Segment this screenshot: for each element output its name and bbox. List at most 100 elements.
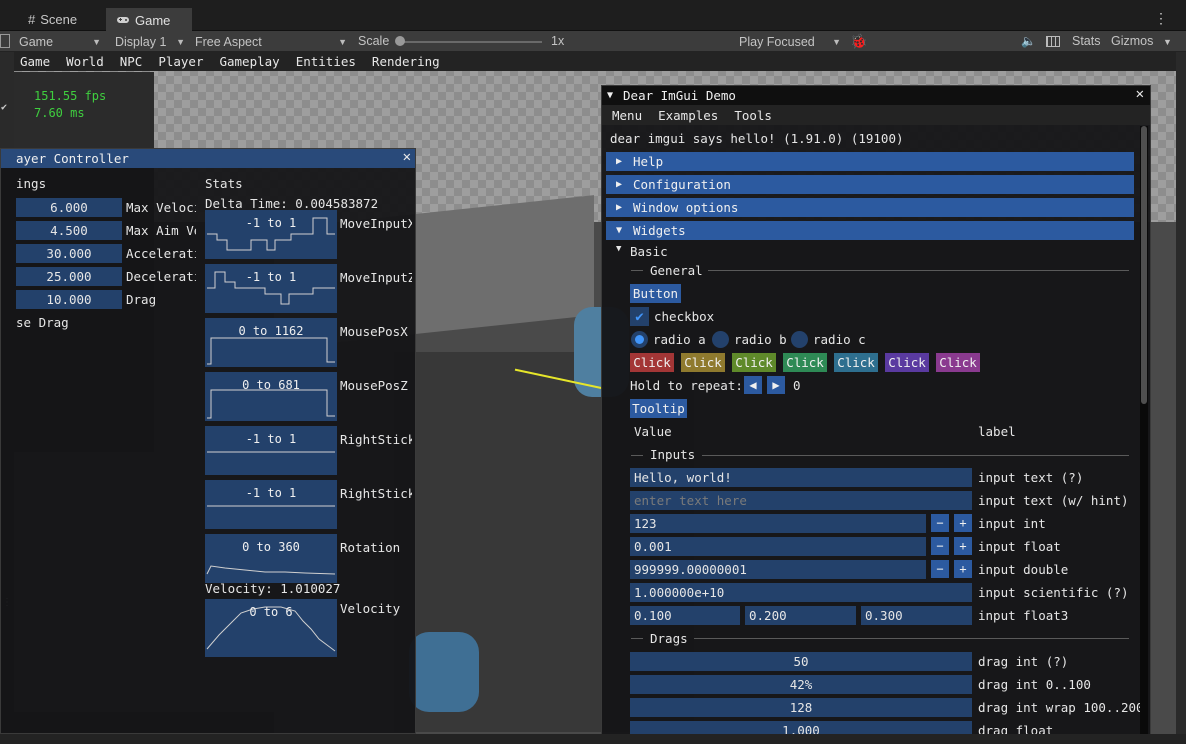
stats-button[interactable]: Stats (1072, 34, 1101, 48)
input-int-field[interactable]: 123 (630, 514, 926, 533)
section-inputs: Inputs (650, 447, 696, 462)
close-icon[interactable]: ✕ (403, 149, 411, 165)
decrement-button[interactable]: − (931, 560, 949, 578)
demo-scrollbar[interactable] (1140, 126, 1148, 736)
menu-entities[interactable]: Entities (296, 54, 356, 69)
right-editor-strip (1176, 52, 1186, 734)
menu-gameplay[interactable]: Gameplay (219, 54, 279, 69)
tree-node-basic[interactable]: Basic (630, 244, 668, 259)
player-controller-window[interactable]: ayer Controller ✕ ings Stats 6.000 Max V… (0, 148, 416, 734)
plot-label: MoveInputZ (340, 270, 412, 285)
radio-c[interactable] (791, 331, 808, 348)
panel-toggle-icon[interactable] (0, 34, 10, 48)
menu-menu[interactable]: Menu (612, 108, 642, 123)
tab-scene[interactable]: # Scene (18, 8, 87, 31)
drag-int-field[interactable]: 50 (630, 652, 972, 671)
arrow-left-icon[interactable]: ◀ (744, 376, 762, 394)
play-mode-dropdown[interactable]: Play Focused ▼ (735, 33, 845, 50)
scale-slider-handle[interactable] (395, 36, 405, 46)
increment-button[interactable]: + (954, 560, 972, 578)
radio-c-label: radio c (813, 332, 866, 347)
input-float3-y[interactable]: 0.200 (745, 606, 856, 625)
deceleration-drag[interactable]: 25.000 (16, 267, 122, 286)
menu-game[interactable]: Game (20, 54, 50, 69)
play-mode-label: Play Focused (739, 34, 815, 49)
bug-icon[interactable]: 🐞 (850, 33, 867, 50)
input-scientific-field[interactable]: 1.000000e+10 (630, 583, 972, 602)
expand-triangle-icon: ▶ (616, 202, 623, 213)
window-title: Dear ImGui Demo (623, 88, 736, 103)
chevron-down-icon[interactable]: ▼ (1163, 37, 1172, 47)
click-button-green[interactable]: Click (732, 353, 776, 372)
collapse-triangle-icon[interactable]: ▼ (607, 90, 613, 101)
scrollbar-thumb[interactable] (1141, 126, 1147, 404)
tab-game[interactable]: Game (106, 8, 192, 31)
use-drag-checkbox-label[interactable]: se Drag (16, 315, 69, 330)
separator (631, 638, 643, 639)
click-button-purple[interactable]: Click (885, 353, 929, 372)
radio-b[interactable] (712, 331, 729, 348)
window-title-bar[interactable]: ayer Controller (1, 149, 415, 168)
plot-label: MoveInputX (340, 216, 412, 231)
aspect-dropdown[interactable]: Free Aspect ▼ (191, 33, 351, 50)
input-int-label: input int (978, 516, 1046, 531)
menu-world[interactable]: World (66, 54, 104, 69)
tab-game-label: Game (135, 13, 171, 28)
checkbox-icon[interactable]: ✔ (630, 307, 649, 326)
game-toolbar: Game ▼ Display 1 ▼ Free Aspect ▼ Scale 1x P… (0, 31, 1186, 52)
menu-npc[interactable]: NPC (120, 54, 143, 69)
check-icon: ✔ (1, 102, 8, 113)
header-window-options[interactable]: ▶ Window options (606, 198, 1134, 217)
input-text-field[interactable]: Hello, world! (630, 468, 972, 487)
input-text-label: input text (?) (978, 470, 1084, 485)
decrement-button[interactable]: − (931, 537, 949, 555)
drag-drag[interactable]: 10.000 (16, 290, 122, 309)
more-options-icon[interactable]: ⋮ (1154, 10, 1168, 27)
display-dropdown[interactable]: Display 1 ▼ (111, 33, 189, 50)
menu-tools[interactable]: Tools (734, 108, 772, 123)
increment-button[interactable]: + (954, 514, 972, 532)
plot-label: RightStick (340, 486, 412, 501)
menu-rendering[interactable]: Rendering (372, 54, 440, 69)
gizmos-button[interactable]: Gizmos (1111, 34, 1153, 48)
click-button-yellow[interactable]: Click (681, 353, 725, 372)
input-double-field[interactable]: 999999.00000001 (630, 560, 926, 579)
input-float3-z[interactable]: 0.300 (861, 606, 972, 625)
demo-button[interactable]: Button (630, 284, 681, 303)
input-text-hint-field[interactable]: enter text here (630, 491, 972, 510)
click-button-red[interactable]: Click (630, 353, 674, 372)
menu-player[interactable]: Player (158, 54, 203, 69)
max-aim-velocity-drag[interactable]: 4.500 (16, 221, 122, 240)
scale-slider-track[interactable] (400, 41, 542, 43)
velocity-text: Velocity: 1.010027 (205, 581, 341, 596)
drag-int-label: drag int (?) (978, 654, 1069, 669)
header-configuration[interactable]: ▶ Configuration (606, 175, 1134, 194)
decrement-button[interactable]: − (931, 514, 949, 532)
header-help[interactable]: ▶ Help (606, 152, 1134, 171)
click-button-blue[interactable]: Click (834, 353, 878, 372)
tooltip-button[interactable]: Tooltip (630, 399, 687, 418)
arrow-right-icon[interactable]: ▶ (767, 376, 785, 394)
input-float3-x[interactable]: 0.100 (630, 606, 740, 625)
frame-time-text: 7.60 ms (34, 106, 85, 120)
imgui-demo-window[interactable]: ▼ Dear ImGui Demo ✕ Menu Examples Tools … (601, 85, 1151, 740)
click-button-magenta[interactable]: Click (936, 353, 980, 372)
window-title-bar[interactable]: ▼ Dear ImGui Demo (602, 86, 1150, 105)
click-button-teal[interactable]: Click (783, 353, 827, 372)
acceleration-drag[interactable]: 30.000 (16, 244, 122, 263)
plot-label: Velocity (340, 601, 401, 616)
view-mode-dropdown[interactable]: Game ▼ (15, 33, 105, 50)
radio-a[interactable] (631, 331, 648, 348)
view-mode-label: Game (19, 34, 54, 49)
collapse-triangle-icon[interactable]: ▼ (616, 244, 621, 254)
audio-mute-icon[interactable]: 🔈 (1021, 34, 1036, 48)
header-widgets[interactable]: ▼ Widgets (606, 221, 1134, 240)
drag-int-wrap-field[interactable]: 128 (630, 698, 972, 717)
keyboard-icon[interactable] (1046, 36, 1060, 47)
input-float-field[interactable]: 0.001 (630, 537, 926, 556)
increment-button[interactable]: + (954, 537, 972, 555)
close-icon[interactable]: ✕ (1136, 86, 1144, 102)
max-velocity-drag[interactable]: 6.000 (16, 198, 122, 217)
menu-examples[interactable]: Examples (658, 108, 718, 123)
drag-int-percent-field[interactable]: 42% (630, 675, 972, 694)
